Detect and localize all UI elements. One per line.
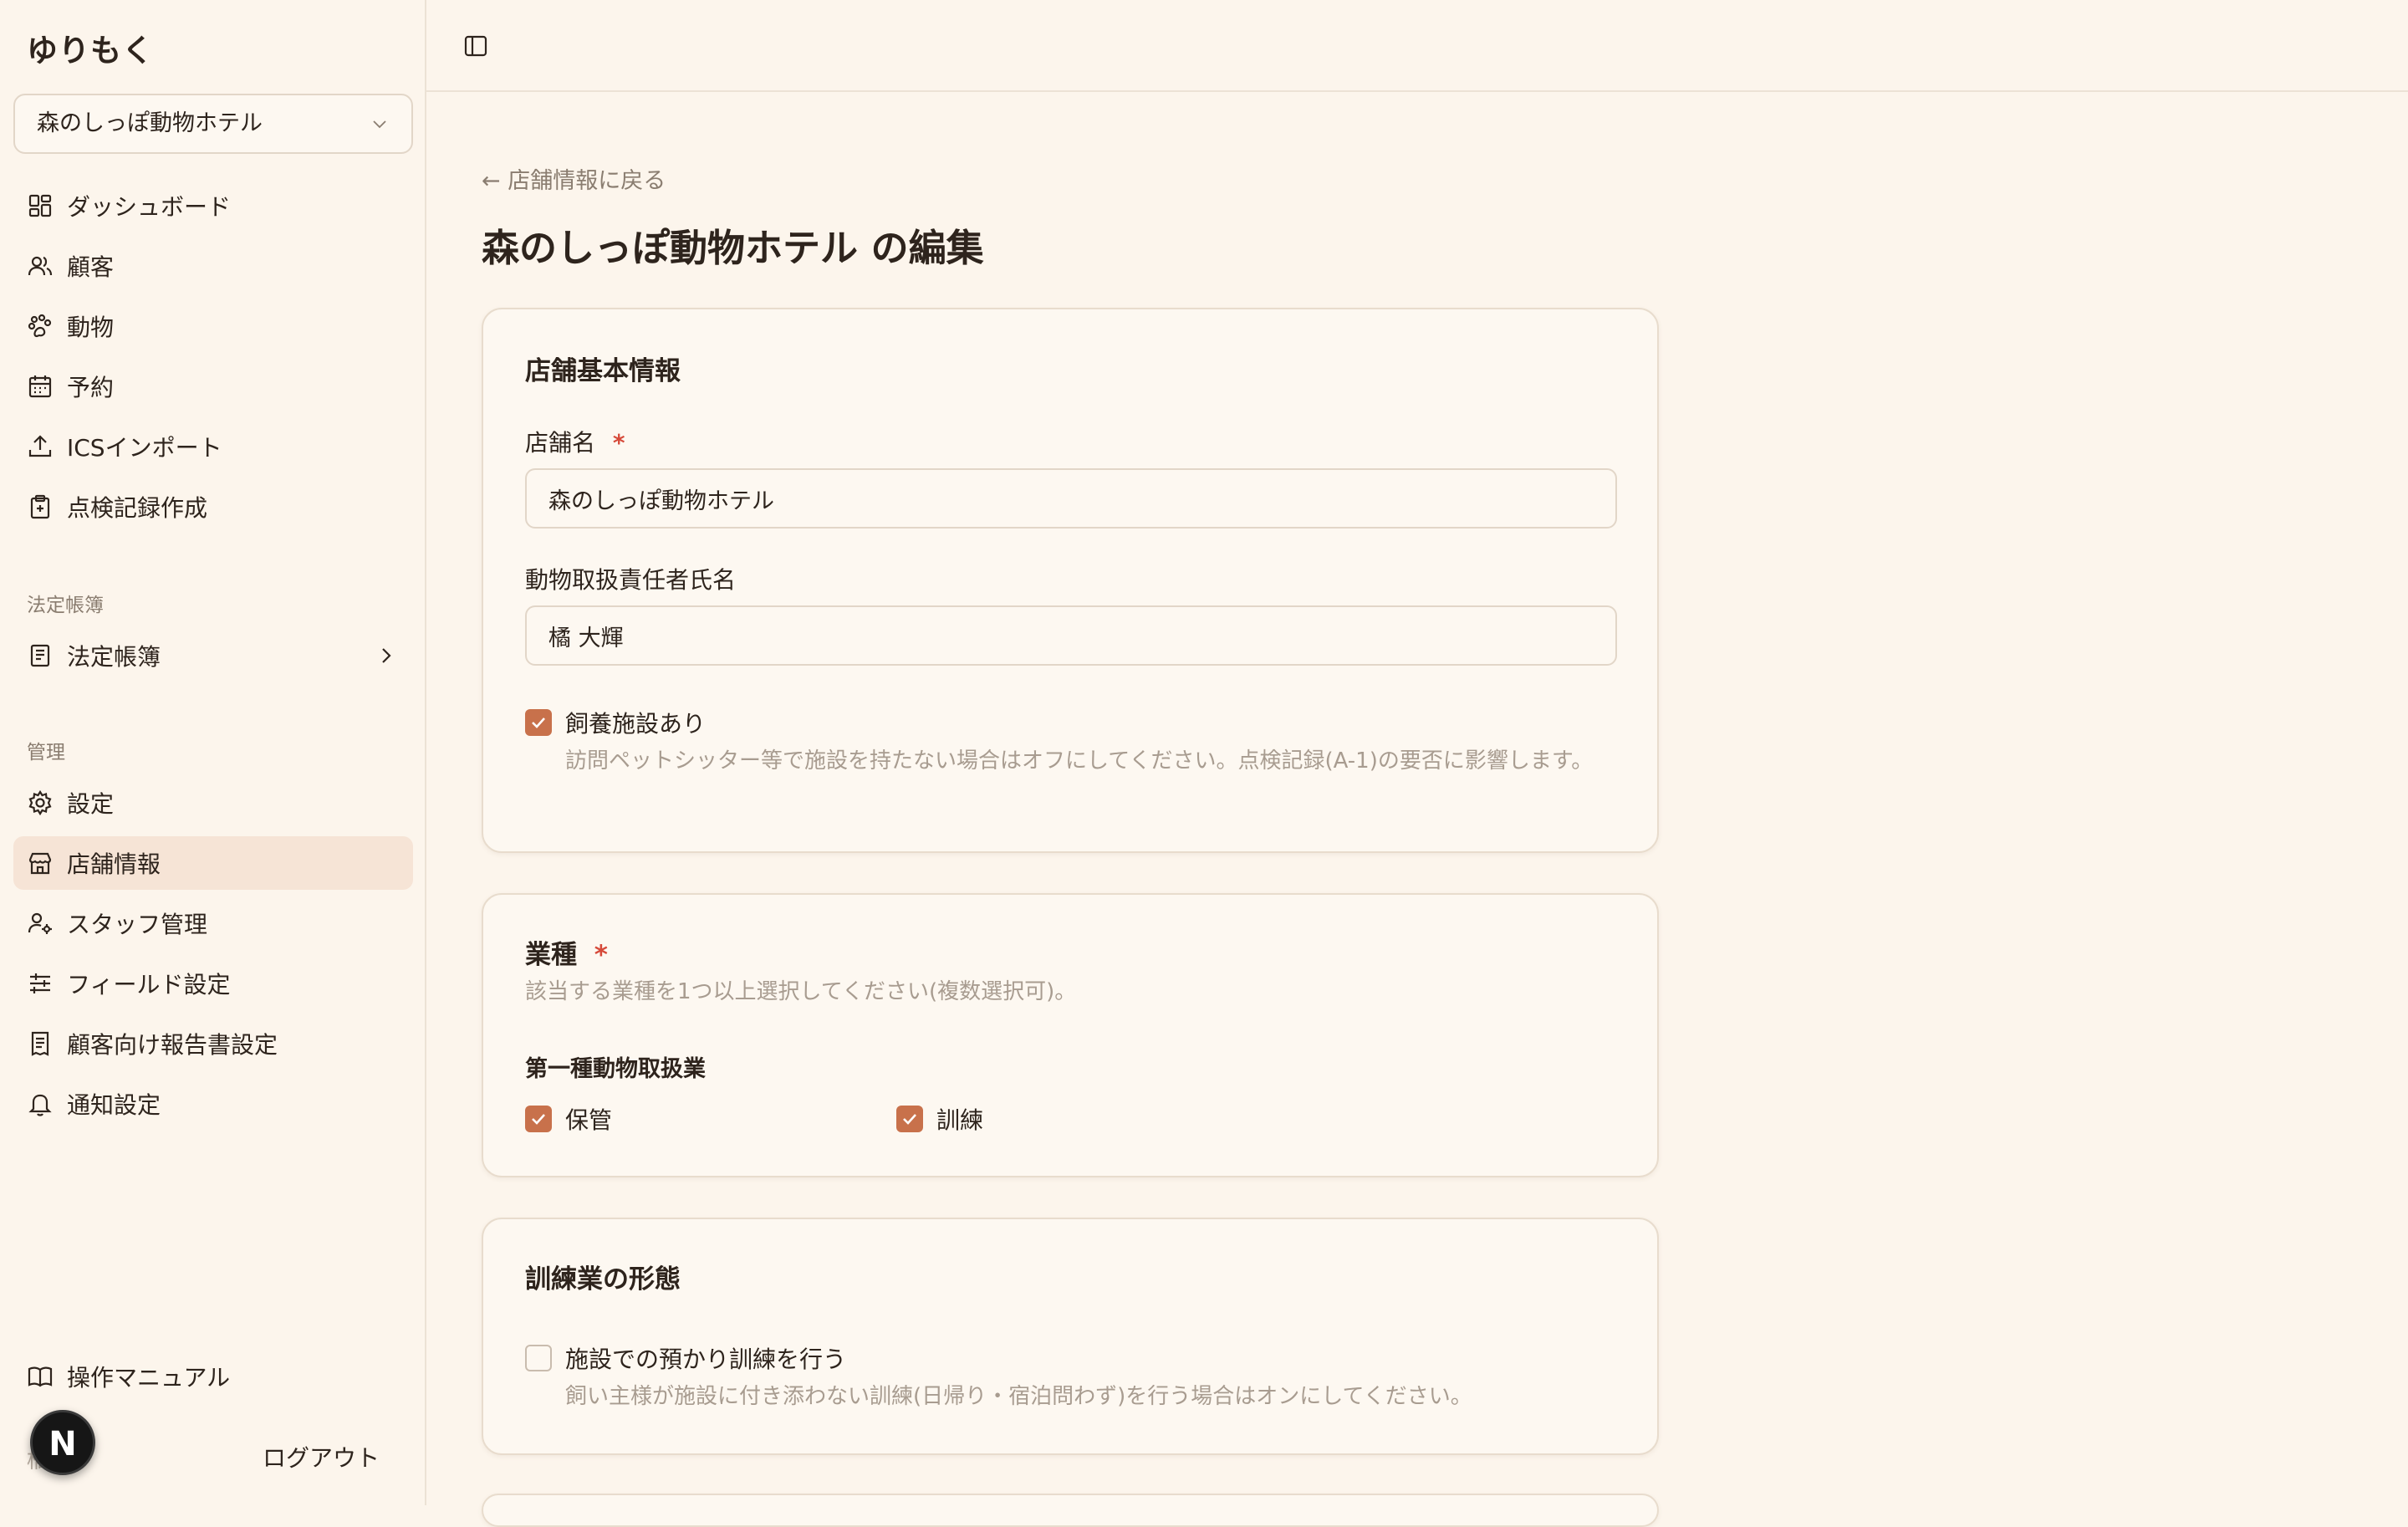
gear-icon [28,789,52,816]
nav-label: 操作マニュアル [67,1364,231,1392]
nav-label: 顧客向け報告書設定 [67,1031,278,1059]
user-gear-icon [28,912,52,934]
page-title: 森のしっぽ動物ホテル の編集 [482,226,984,270]
nav-field-settings[interactable]: フィールド設定 [13,957,413,1010]
storage-label: 保管 [565,1106,613,1134]
sidebar: ゆりもく 森のしっぽ動物ホテル ダッシュボード 顧客 動物 予約 ICSインポー… [0,0,426,1505]
business-type-title: 業種 * [525,933,608,971]
business-type-help: 該当する業種を1つ以上選択してください(複数選択可)。 [525,979,1077,1004]
required-mark: * [594,940,609,970]
nav-inspection-record[interactable]: 点検記録作成 [13,480,413,534]
training-label: 訓練 [936,1106,984,1134]
nav-customers[interactable]: 顧客 [13,239,413,293]
store-name-label-text: 店舗名 [525,429,596,457]
store-icon [28,852,52,875]
business-type-title-text: 業種 [525,940,577,970]
chevron-right-icon [382,648,391,663]
nav-animals[interactable]: 動物 [13,299,413,353]
nav-label: 動物 [67,314,115,341]
check-icon [532,1114,545,1125]
storage-checkbox[interactable] [525,1106,552,1132]
store-name-label: 店舗名 * [525,425,625,458]
basic-info-card: 店舗基本情報 店舗名 * 動物取扱責任者氏名 飼養施設あり 訪問ペットシッター等… [482,308,1659,853]
training-checkbox[interactable] [896,1106,923,1132]
sliders-icon [30,973,50,993]
nav-label: 通知設定 [67,1091,161,1119]
nav-notification-settings[interactable]: 通知設定 [13,1077,413,1131]
paw-icon [28,314,52,338]
sidebar-toggle-icon[interactable] [463,33,488,59]
check-icon [903,1114,916,1125]
nav-label: 顧客 [67,253,115,281]
nav-label: フィールド設定 [67,971,231,998]
avatar[interactable]: N [30,1410,95,1475]
chevron-down-icon [373,120,386,129]
nav-report-settings[interactable]: 顧客向け報告書設定 [13,1017,413,1070]
nav-label: 点検記録作成 [67,494,208,522]
business-type-card: 業種 * 該当する業種を1つ以上選択してください(複数選択可)。 第一種動物取扱… [482,893,1659,1177]
logout-button[interactable]: ログアウト [263,1440,380,1473]
nav-reservations[interactable]: 予約 [13,360,413,413]
store-selector-value: 森のしっぽ動物ホテル [37,110,263,136]
nav-settings[interactable]: 設定 [13,776,413,830]
nav-dashboard[interactable]: ダッシュボード [13,179,413,232]
nav-label: 予約 [67,374,115,401]
store-name-input[interactable] [525,468,1617,529]
nav-label: ICSインポート [67,434,222,462]
check-icon [532,718,545,728]
nav-ics-import[interactable]: ICSインポート [13,420,413,473]
first-class-heading: 第一種動物取扱業 [525,1056,706,1082]
next-card [482,1494,1659,1527]
upload-icon [28,435,52,457]
open-book-icon [28,1366,53,1387]
nav-label: ダッシュボード [67,193,232,221]
receipt-icon [31,1031,49,1056]
store-selector[interactable]: 森のしっぽ動物ホテル [13,94,413,154]
nav-store-info[interactable]: 店舗情報 [13,836,413,890]
section-label-admin: 管理 [27,742,65,764]
back-link[interactable]: ← 店舗情報に戻る [482,162,666,195]
card-title: 店舗基本情報 [525,356,681,386]
top-bar [426,0,2408,92]
bell-icon [28,1094,52,1116]
training-form-title: 訓練業の形態 [525,1264,681,1295]
facility-label: 飼養施設あり [565,710,707,738]
boarding-training-help: 飼い主様が施設に付き添わない訓練(日帰り・宿泊問わず)を行う場合はオンにしてくだ… [565,1384,1472,1409]
dashboard-icon [28,194,52,217]
facility-help: 訪問ペットシッター等で施設を持たない場合はオフにしてください。点検記録(A-1)… [565,748,1594,774]
calendar-icon [28,375,52,398]
clipboard-icon [30,494,50,519]
required-mark: * [612,429,625,457]
nav-label: 法定帳簿 [67,643,161,671]
nav-manual[interactable]: 操作マニュアル [13,1350,413,1403]
nav-label: スタッフ管理 [67,911,208,938]
training-form-card: 訓練業の形態 施設での預かり訓練を行う 飼い主様が施設に付き添わない訓練(日帰り… [482,1218,1659,1455]
boarding-training-checkbox[interactable] [525,1345,552,1371]
nav-label: 店舗情報 [67,850,161,878]
manager-name-label: 動物取扱責任者氏名 [525,566,737,594]
users-icon [28,256,53,276]
boarding-training-label: 施設での預かり訓練を行う [565,1346,847,1373]
facility-checkbox[interactable] [525,709,552,736]
section-label-legal: 法定帳簿 [27,595,104,616]
app-title: ゆりもく [27,33,154,69]
nav-label: 設定 [67,790,115,818]
nav-legal-books[interactable]: 法定帳簿 [13,629,413,682]
manager-name-input[interactable] [525,605,1617,666]
book-icon [30,644,50,667]
nav-staff[interactable]: スタッフ管理 [13,896,413,950]
